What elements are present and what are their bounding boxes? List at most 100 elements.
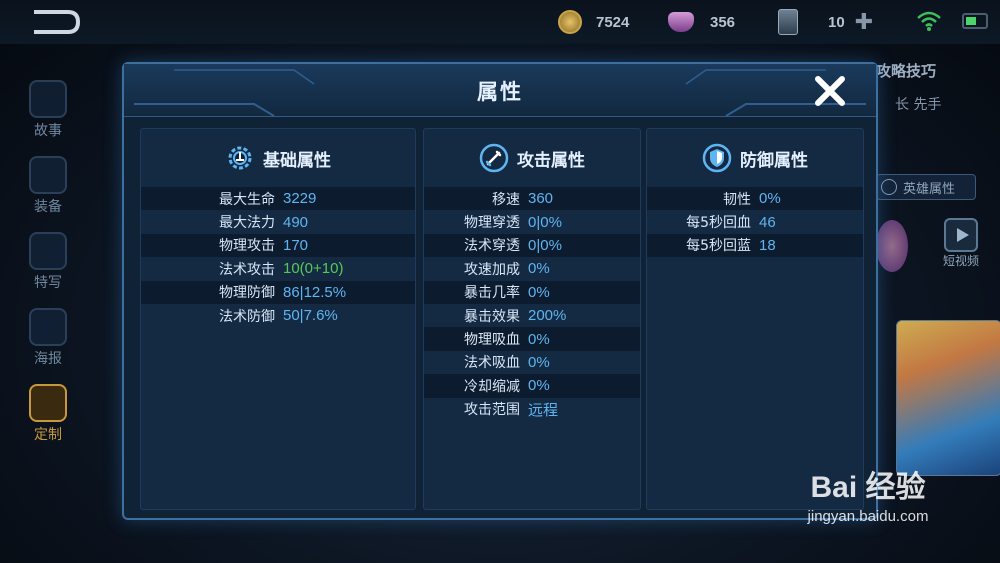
column-header: 基础属性 <box>141 143 415 173</box>
sidebar-item-closeup[interactable]: 特写 <box>18 232 78 292</box>
attribute-label: 最大法力 <box>219 215 275 232</box>
tips-subtitle: 长 先手 <box>895 97 942 113</box>
attribute-value: 0|0% <box>528 236 562 254</box>
short-video-label: 短视频 <box>942 254 979 268</box>
tips-title: 攻略技巧 <box>876 62 937 80</box>
sidebar-item-story[interactable]: 故事 <box>18 80 78 140</box>
attribute-value: 18 <box>759 236 776 254</box>
attribute-value: 200% <box>528 307 567 325</box>
attribute-value: 360 <box>528 190 554 208</box>
attribute-row: 物理攻击 170 <box>141 233 415 258</box>
attribute-row: 最大生命 3229 <box>141 187 415 211</box>
attribute-list: 移速 360 物理穿透 0|0% 法术穿透 0|0% 攻速加成 0% 暴击几率 … <box>424 187 640 421</box>
attribute-row: 韧性 0% <box>647 187 863 211</box>
wifi-icon <box>917 11 941 31</box>
attribute-value: 0% <box>528 330 550 348</box>
attribute-value: 远程 <box>528 401 559 419</box>
attribute-label: 攻击范围 <box>464 402 520 419</box>
card-value: 10 <box>828 13 845 31</box>
attribute-label: 移速 <box>492 191 520 208</box>
play-icon <box>944 218 978 252</box>
gold-value: 7524 <box>596 13 630 31</box>
sidebar-item-label: 特写 <box>34 275 62 291</box>
defense-attributes-column: 防御属性 韧性 0% 每5秒回血 46 每5秒回蓝 18 <box>646 128 864 510</box>
attribute-value: 3229 <box>283 190 317 208</box>
column-title: 防御属性 <box>740 150 808 171</box>
attribute-value: 0% <box>528 283 550 301</box>
watermark: Bai 经验 jingyan.baidu.com <box>768 462 968 525</box>
hero-skin-card[interactable] <box>896 320 1000 476</box>
attribute-label: 法术攻击 <box>219 261 275 278</box>
attribute-row: 最大法力 490 <box>141 210 415 233</box>
attribute-label: 物理攻击 <box>219 238 275 255</box>
attribute-row: 每5秒回蓝 18 <box>647 233 863 258</box>
watermark-url: jingyan.baidu.com <box>807 508 929 525</box>
attribute-value: 0% <box>528 260 550 278</box>
card-counter: 10 ✚ <box>778 8 873 36</box>
attribute-row: 法术攻击 10(0+10) <box>141 257 415 280</box>
back-icon[interactable] <box>30 8 82 36</box>
attributes-modal: 属性 基础属性 最大生命 3229 最大法力 490 物理攻击 170 法术攻击… <box>122 62 878 520</box>
attribute-label: 暴击效果 <box>464 308 520 325</box>
sidebar-item-poster[interactable]: 海报 <box>18 308 78 368</box>
column-header: 攻击属性 <box>424 143 640 173</box>
attribute-row: 攻速加成 0% <box>424 257 640 280</box>
diamond-value: 356 <box>710 13 736 31</box>
attribute-value: 50|7.6% <box>283 307 338 325</box>
attribute-label: 攻速加成 <box>464 261 520 278</box>
attribute-row: 物理穿透 0|0% <box>424 210 640 233</box>
attribute-list: 韧性 0% 每5秒回血 46 每5秒回蓝 18 <box>647 187 863 258</box>
sidebar-item-label: 海报 <box>34 351 62 367</box>
decorative-orb <box>876 220 908 272</box>
basic-attributes-column: 基础属性 最大生命 3229 最大法力 490 物理攻击 170 法术攻击 10… <box>140 128 416 510</box>
attribute-label: 韧性 <box>723 191 751 208</box>
modal-title: 属性 <box>477 80 523 104</box>
attribute-label: 法术吸血 <box>464 355 520 372</box>
attribute-row: 法术防御 50|7.6% <box>141 304 415 327</box>
attribute-row: 移速 360 <box>424 187 640 211</box>
add-card-icon[interactable]: ✚ <box>855 10 873 35</box>
attribute-label: 每5秒回蓝 <box>686 238 751 255</box>
attribute-label: 暴击几率 <box>464 285 520 302</box>
attribute-label: 每5秒回血 <box>686 215 751 232</box>
sidebar-item-custom[interactable]: 定制 <box>18 384 78 444</box>
attribute-value: 0% <box>528 353 550 371</box>
attribute-row: 暴击效果 200% <box>424 304 640 327</box>
attribute-value: 46 <box>759 213 776 231</box>
diamond-counter: 356 <box>668 8 735 36</box>
attribute-value: 10(0+10) <box>283 260 344 278</box>
hero-attributes-button[interactable]: 英雄属性 <box>876 174 976 200</box>
attribute-label: 法术穿透 <box>464 238 520 255</box>
sidebar-item-label: 装备 <box>34 199 62 215</box>
shield-icon <box>702 143 732 173</box>
book-icon <box>29 80 67 118</box>
watermark-brand: Bai 经验 <box>810 471 926 504</box>
attribute-list: 最大生命 3229 最大法力 490 物理攻击 170 法术攻击 10(0+10… <box>141 187 415 327</box>
gold-counter: 7524 <box>558 8 629 36</box>
attribute-row: 物理防御 86|12.5% <box>141 280 415 304</box>
poster-icon <box>29 308 67 346</box>
short-video-button[interactable]: 短视频 <box>936 218 986 269</box>
attribute-value: 170 <box>283 236 309 254</box>
attribute-row: 攻击范围 远程 <box>424 398 640 421</box>
attribute-row: 暴击几率 0% <box>424 280 640 304</box>
attribute-label: 法术防御 <box>219 308 275 325</box>
sidebar-item-equipment[interactable]: 装备 <box>18 156 78 216</box>
attribute-label: 最大生命 <box>219 191 275 208</box>
attribute-label: 物理穿透 <box>464 215 520 232</box>
column-header: 防御属性 <box>647 143 863 173</box>
attribute-row: 每5秒回血 46 <box>647 210 863 233</box>
top-status-bar: 7524 356 10 ✚ <box>0 0 1000 44</box>
attribute-label: 物理防御 <box>219 285 275 302</box>
attribute-row: 法术穿透 0|0% <box>424 233 640 258</box>
gold-coin-icon <box>558 10 582 34</box>
close-icon[interactable] <box>812 74 848 108</box>
attribute-value: 86|12.5% <box>283 283 347 301</box>
attribute-value: 0% <box>759 190 781 208</box>
sidebar-item-label: 故事 <box>34 123 62 139</box>
attribute-value: 490 <box>283 213 309 231</box>
hero-attributes-label: 英雄属性 <box>903 181 956 197</box>
card-icon <box>778 9 798 35</box>
diamond-icon <box>668 12 694 32</box>
attribute-icon <box>881 179 897 195</box>
